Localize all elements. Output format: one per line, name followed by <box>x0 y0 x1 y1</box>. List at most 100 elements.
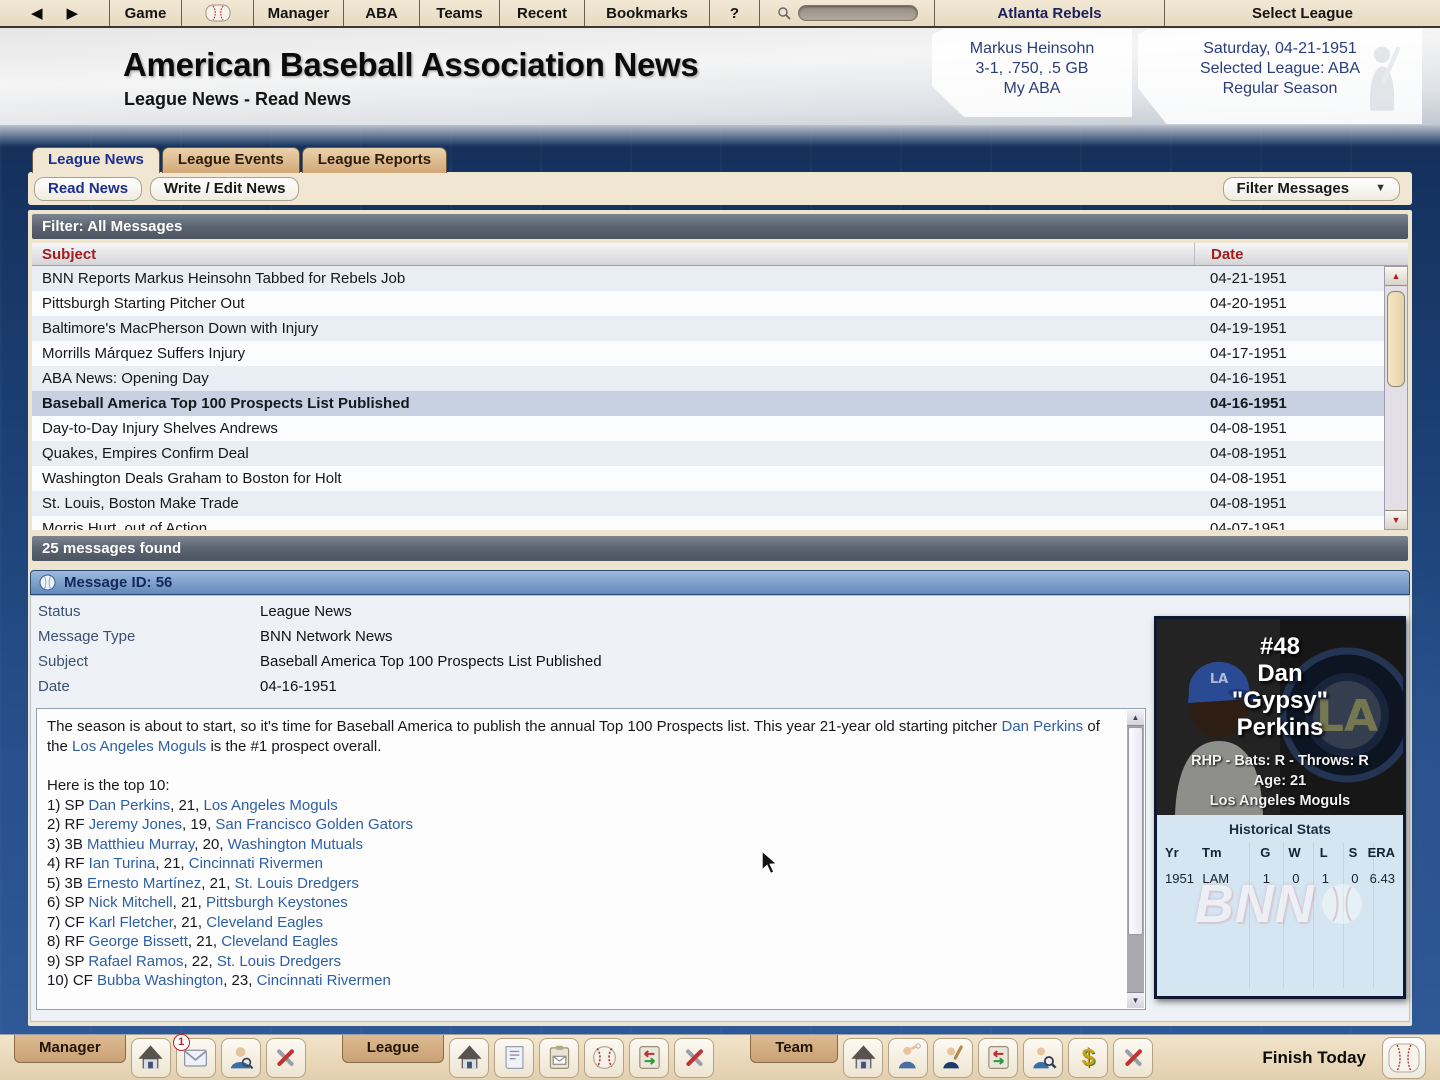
filter-messages-dropdown[interactable]: Filter Messages ▼ <box>1223 177 1400 201</box>
player-link[interactable]: George Bissett <box>89 933 188 950</box>
home-icon <box>136 1043 165 1072</box>
baseball-icon <box>1319 881 1365 927</box>
menu-teams[interactable]: Teams <box>420 0 500 26</box>
tab-league-reports[interactable]: League Reports <box>302 147 447 173</box>
table-scrollbar: ▲ ▼ <box>1384 266 1408 530</box>
team-link[interactable]: Cleveland Eagles <box>206 914 323 931</box>
options-icon <box>680 1043 709 1072</box>
table-row[interactable]: Pittsburgh Starting Pitcher Out 04-20-19… <box>32 291 1384 316</box>
menu-aba[interactable]: ABA <box>344 0 420 26</box>
table-row[interactable]: St. Louis, Boston Make Trade 04-08-1951 <box>32 491 1384 516</box>
player-link[interactable]: Matthieu Murray <box>87 836 194 853</box>
current-team-button[interactable]: Atlanta Rebels <box>935 0 1165 26</box>
list-item: 5) 3B Ernesto Martínez, 21, St. Louis Dr… <box>47 874 1119 894</box>
scroll-down-icon[interactable]: ▼ <box>1385 510 1407 529</box>
menu-help[interactable]: ? <box>710 0 760 26</box>
team-link[interactable]: Cincinnati Rivermen <box>189 855 323 872</box>
league-transactions-button[interactable] <box>629 1038 669 1078</box>
page-subtitle: League News - Read News <box>124 89 351 110</box>
player-card: LA LA #48 Dan "Gypsy" Perkins RHP - Bats… <box>1154 616 1406 999</box>
subtab-read-news[interactable]: Read News <box>34 177 142 201</box>
tab-league-events[interactable]: League Events <box>162 147 300 173</box>
group-label-manager: Manager <box>14 1035 126 1063</box>
scroll-down-icon[interactable]: ▼ <box>1127 992 1144 1008</box>
stats-title: Historical Stats <box>1157 821 1403 837</box>
table-row[interactable]: Day-to-Day Injury Shelves Andrews 04-08-… <box>32 416 1384 441</box>
player-info-block: RHP - Bats: R - Throws: R Age: 21 Los An… <box>1157 751 1403 811</box>
table-row[interactable]: BNN Reports Markus Heinsohn Tabbed for R… <box>32 266 1384 291</box>
column-header-date[interactable]: Date <box>1194 243 1384 265</box>
baseball-icon <box>590 1043 619 1072</box>
home-icon <box>849 1043 878 1072</box>
table-row[interactable]: Morrills Márquez Suffers Injury 04-17-19… <box>32 341 1384 366</box>
team-pitchers-button[interactable] <box>888 1038 928 1078</box>
player-link[interactable]: Dan Perkins <box>88 797 170 814</box>
tab-league-news[interactable]: League News <box>32 147 160 173</box>
scroll-up-icon[interactable]: ▲ <box>1127 710 1144 726</box>
table-row[interactable]: Washington Deals Graham to Boston for Ho… <box>32 466 1384 491</box>
select-league-button[interactable]: Select League <box>1165 0 1440 26</box>
team-home-button[interactable] <box>843 1038 883 1078</box>
finish-today-button[interactable] <box>1382 1037 1426 1079</box>
menu-recent[interactable]: Recent <box>500 0 585 26</box>
list-item: 4) RF Ian Turina, 21, Cincinnati Riverme… <box>47 854 1119 874</box>
manager-home-button[interactable] <box>131 1038 171 1078</box>
team-transactions-button[interactable] <box>978 1038 1018 1078</box>
player-link[interactable]: Jeremy Jones <box>89 816 182 833</box>
league-options-button[interactable] <box>674 1038 714 1078</box>
team-scouting-button[interactable] <box>1023 1038 1063 1078</box>
list-item: 8) RF George Bissett, 21, Cleveland Eagl… <box>47 932 1119 952</box>
manager-options-button[interactable] <box>266 1038 306 1078</box>
scroll-up-icon[interactable]: ▲ <box>1385 267 1407 286</box>
team-link[interactable]: San Francisco Golden Gators <box>215 816 413 833</box>
search-input[interactable] <box>798 5 918 21</box>
team-link[interactable]: Washington Mutuals <box>228 836 363 853</box>
player-link[interactable]: Karl Fletcher <box>89 914 173 931</box>
back-icon[interactable]: ◀ <box>21 4 53 22</box>
team-link[interactable]: Los Angeles Moguls <box>203 797 337 814</box>
team-link[interactable]: St. Louis Dredgers <box>235 875 359 892</box>
player-link[interactable]: Bubba Washington <box>97 972 223 989</box>
table-row[interactable]: ABA News: Opening Day 04-16-1951 <box>32 366 1384 391</box>
league-news-button[interactable] <box>494 1038 534 1078</box>
menu-game[interactable]: Game <box>110 0 182 26</box>
team-link[interactable]: Cincinnati Rivermen <box>257 972 391 989</box>
table-row-partial[interactable]: Morris Hurt, out of Action 04-07-1951 <box>32 516 1384 530</box>
player-link[interactable]: Ernesto Martínez <box>87 875 201 892</box>
player-link[interactable]: Dan Perkins <box>1001 718 1083 735</box>
team-link[interactable]: St. Louis Dredgers <box>217 953 341 970</box>
team-link[interactable]: Pittsburgh Keystones <box>206 894 348 911</box>
manager-mail-button[interactable]: 1 <box>176 1038 216 1078</box>
team-link[interactable]: Los Angeles Moguls <box>72 738 206 755</box>
league-home-button[interactable] <box>449 1038 489 1078</box>
menu-bookmarks[interactable]: Bookmarks <box>585 0 710 26</box>
team-link[interactable]: Cleveland Eagles <box>221 933 338 950</box>
subtab-strip: Read News Write / Edit News Filter Messa… <box>28 172 1412 205</box>
date-info-panel: Saturday, 04-21-1951 Selected League: AB… <box>1138 29 1422 124</box>
player-link[interactable]: Ian Turina <box>89 855 156 872</box>
table-row[interactable]: Baltimore's MacPherson Down with Injury … <box>32 316 1384 341</box>
baseball-icon <box>205 4 231 22</box>
column-header-subject[interactable]: Subject <box>32 243 1194 265</box>
league-scores-button[interactable] <box>584 1038 624 1078</box>
list-item: 7) CF Karl Fletcher, 21, Cleveland Eagle… <box>47 913 1119 933</box>
forward-icon[interactable]: ▶ <box>57 4 89 22</box>
league-reports-button[interactable] <box>539 1038 579 1078</box>
table-row-selected[interactable]: Baseball America Top 100 Prospects List … <box>32 391 1384 416</box>
manager-profile-button[interactable] <box>221 1038 261 1078</box>
table-scrollbar-thumb[interactable] <box>1387 291 1405 387</box>
message-body-box: The season is about to start, so it's ti… <box>36 708 1146 1010</box>
player-link[interactable]: Rafael Ramos <box>88 953 183 970</box>
table-row[interactable]: Quakes, Empires Confirm Deal 04-08-1951 <box>32 441 1384 466</box>
baseball-icon <box>39 574 56 591</box>
page-title: American Baseball Association News <box>123 46 698 84</box>
team-options-button[interactable] <box>1113 1038 1153 1078</box>
menu-manager[interactable]: Manager <box>254 0 344 26</box>
finish-today-label[interactable]: Finish Today <box>1262 1048 1366 1068</box>
team-finances-button[interactable]: $ <box>1068 1038 1108 1078</box>
menu-baseball-icon[interactable] <box>182 0 254 26</box>
player-link[interactable]: Nick Mitchell <box>88 894 172 911</box>
body-scrollbar-thumb[interactable] <box>1128 727 1143 935</box>
subtab-write-edit-news[interactable]: Write / Edit News <box>150 177 299 201</box>
team-batters-button[interactable] <box>933 1038 973 1078</box>
